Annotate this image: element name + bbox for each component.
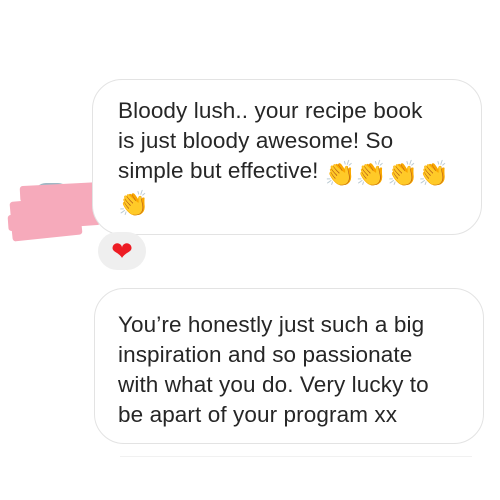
clapping-hands-icon: 👏 [324, 160, 356, 188]
clapping-hands-icon: 👏 [355, 160, 388, 188]
reaction-badge[interactable]: ❤ [98, 232, 146, 270]
message-text-line: Bloody lush.. your recipe book [118, 98, 423, 123]
divider [120, 456, 472, 457]
heart-icon: ❤ [111, 236, 133, 266]
clapping-hands-icon: 👏 [418, 160, 450, 188]
message-text-line: You’re honestly just such a big [118, 312, 425, 337]
message-text-line: simple but effective! [118, 158, 319, 183]
chat-thread: Bloody lush.. your recipe book is just b… [0, 0, 500, 500]
emoji-row: 👏👏👏👏 [325, 160, 450, 190]
clapping-hands-icon: 👏 [118, 190, 150, 218]
redacted-avatar [6, 180, 106, 242]
message-text-line: is just bloody awesome! So [118, 128, 394, 153]
message-text-line: be apart of your program xx [118, 402, 398, 427]
message-bubble[interactable]: Bloody lush.. your recipe book is just b… [92, 79, 482, 235]
message-text-line: with what you do. Very lucky to [118, 372, 429, 397]
message-text-line: inspiration and so passionate [118, 342, 413, 367]
message-bubble[interactable]: You’re honestly just such a big inspirat… [94, 288, 484, 444]
clapping-hands-icon: 👏 [387, 160, 419, 188]
